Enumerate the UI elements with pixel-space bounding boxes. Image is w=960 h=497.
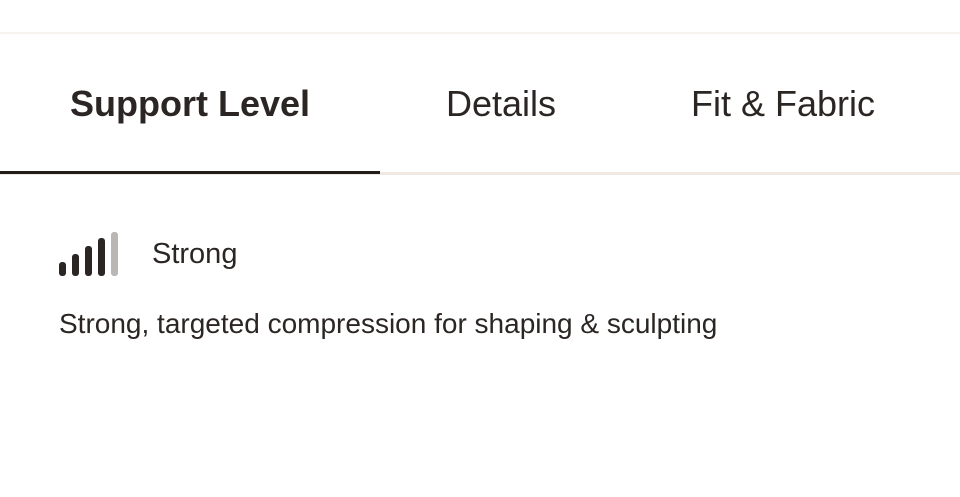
- tab-bar: Support Level Details Fit & Fabric: [0, 34, 960, 174]
- signal-bar: [111, 232, 118, 276]
- support-level-label: Strong: [152, 238, 238, 270]
- tab-fit-fabric[interactable]: Fit & Fabric: [622, 34, 944, 174]
- tab-details[interactable]: Details: [380, 34, 622, 174]
- signal-bar: [98, 238, 105, 276]
- tab-label: Details: [445, 83, 557, 124]
- support-level-row: Strong: [59, 232, 237, 277]
- active-tab-indicator: [0, 171, 380, 174]
- signal-bars-icon: [59, 232, 123, 277]
- tab-label: Support Level: [69, 83, 311, 124]
- signal-bar: [72, 254, 79, 276]
- signal-bar: [85, 246, 92, 276]
- tab-label: Fit & Fabric: [690, 83, 876, 124]
- support-description: Strong, targeted compression for shaping…: [59, 308, 718, 339]
- tab-support-level[interactable]: Support Level: [0, 34, 380, 174]
- signal-bar: [59, 262, 66, 276]
